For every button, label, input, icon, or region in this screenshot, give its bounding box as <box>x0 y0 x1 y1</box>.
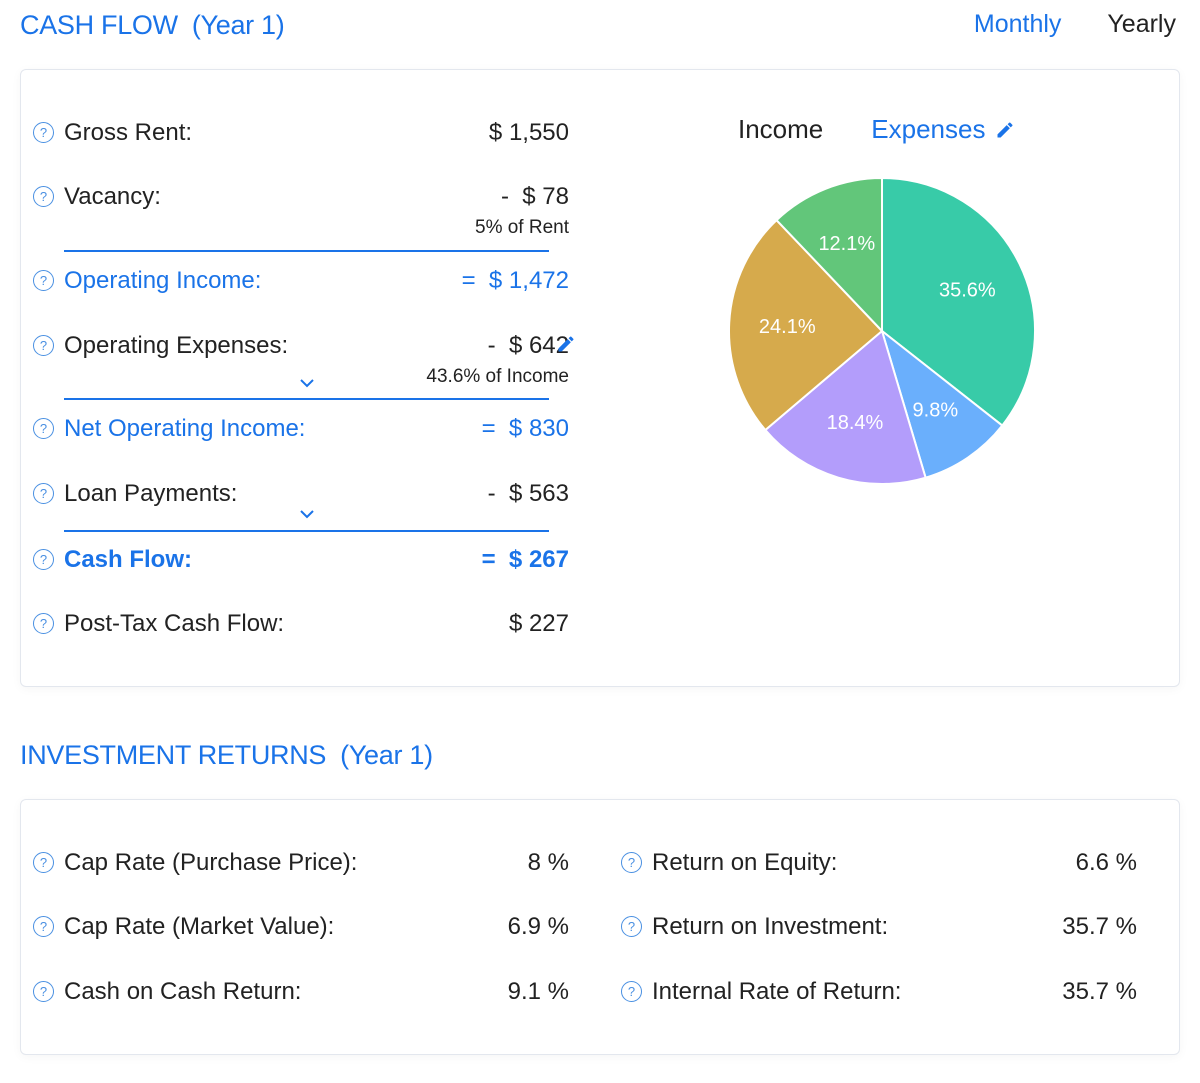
cap-rate-purchase-label: Cap Rate (Purchase Price): <box>64 849 358 876</box>
help-icon[interactable]: ? <box>33 335 54 356</box>
yearly-toggle[interactable]: Yearly <box>1107 10 1176 39</box>
cash-on-cash-label: Cash on Cash Return: <box>64 978 302 1005</box>
help-icon[interactable]: ? <box>33 186 54 207</box>
cash-flow-title: CASH FLOW (Year 1) <box>20 10 285 41</box>
pie-slice-label-0: 35.6% <box>939 280 996 302</box>
irr-value: 35.7 % <box>1062 978 1137 1005</box>
cash-on-cash-value: 9.1 % <box>507 978 569 1005</box>
investment-returns-subtitle: (Year 1) <box>340 740 433 770</box>
operating-expenses-percent: 43.6% of Income <box>426 366 569 387</box>
chevron-down-loan-icon[interactable] <box>299 508 315 520</box>
pie-slice-label-1: 9.8% <box>913 399 959 421</box>
help-icon[interactable]: ? <box>33 270 54 291</box>
post-tax-label: Post-Tax Cash Flow: <box>64 610 285 637</box>
help-icon[interactable]: ? <box>33 852 54 873</box>
cash-on-cash-row: ? Cash on Cash Return: 9.1 % <box>33 977 569 1017</box>
cap-rate-market-value: 6.9 % <box>507 913 569 940</box>
chevron-down-expenses-icon[interactable] <box>299 377 315 389</box>
expenses-tab[interactable]: Expenses <box>871 114 1015 145</box>
return-on-equity-row: ? Return on Equity: 6.6 % <box>621 848 1137 888</box>
cash-flow-label: Cash Flow: <box>64 546 193 573</box>
loan-payments-value: - $ 563 <box>487 480 569 507</box>
help-icon[interactable]: ? <box>33 122 54 143</box>
cash-flow-title-text: CASH FLOW <box>20 10 178 40</box>
edit-expenses-pencil-icon[interactable] <box>556 334 576 354</box>
chart-tabs: Income Expenses <box>738 114 1015 145</box>
cap-rate-purchase-value: 8 % <box>527 849 569 876</box>
net-operating-income-row: ? Net Operating Income: = $ 830 <box>33 414 569 454</box>
help-icon[interactable]: ? <box>621 852 642 873</box>
gross-rent-label: Gross Rent: <box>64 119 193 146</box>
gross-rent-value: $ 1,550 <box>488 119 569 146</box>
return-on-equity-value: 6.6 % <box>1075 849 1137 876</box>
help-icon[interactable]: ? <box>621 916 642 937</box>
help-icon[interactable]: ? <box>33 916 54 937</box>
operating-expenses-label: Operating Expenses: <box>64 332 289 359</box>
edit-pencil-icon[interactable] <box>995 120 1015 140</box>
operating-income-row: ? Operating Income: = $ 1,472 <box>33 266 569 306</box>
help-icon[interactable]: ? <box>33 981 54 1002</box>
help-icon[interactable]: ? <box>621 981 642 1002</box>
help-icon[interactable]: ? <box>33 483 54 504</box>
divider <box>64 398 549 400</box>
cash-flow-value: = $ 267 <box>481 546 569 573</box>
vacancy-row: ? Vacancy: - $ 78 5% of Rent <box>33 182 569 238</box>
operating-expenses-row: ? Operating Expenses: - $ 642 43.6% of I… <box>33 331 569 387</box>
cash-flow-card: ? Gross Rent: $ 1,550 ? Vacancy: - $ 78 … <box>20 69 1180 687</box>
help-icon[interactable]: ? <box>33 549 54 570</box>
income-tab[interactable]: Income <box>738 114 823 145</box>
vacancy-label: Vacancy: <box>64 183 161 210</box>
return-on-equity-label: Return on Equity: <box>652 849 838 876</box>
vacancy-value: - $ 78 <box>500 183 569 210</box>
monthly-toggle[interactable]: Monthly <box>974 10 1062 39</box>
operating-income-label: Operating Income: <box>64 267 262 294</box>
post-tax-cash-flow-row: ? Post-Tax Cash Flow: $ 227 <box>33 609 569 649</box>
return-on-investment-value: 35.7 % <box>1062 913 1137 940</box>
help-icon[interactable]: ? <box>33 613 54 634</box>
noi-label: Net Operating Income: <box>64 415 306 442</box>
help-icon[interactable]: ? <box>33 418 54 439</box>
divider <box>64 530 549 532</box>
pie-slice-label-3: 24.1% <box>759 316 816 338</box>
pie-slice-label-4: 12.1% <box>818 233 875 255</box>
gross-rent-row: ? Gross Rent: $ 1,550 <box>33 118 569 158</box>
return-on-investment-label: Return on Investment: <box>652 913 889 940</box>
loan-payments-label: Loan Payments: <box>64 480 238 507</box>
cap-rate-market-label: Cap Rate (Market Value): <box>64 913 335 940</box>
operating-income-value: = $ 1,472 <box>461 267 569 294</box>
period-toggle: Monthly Yearly <box>974 10 1176 39</box>
expenses-pie-chart: 35.6% 9.8% 18.4% 24.1% 12.1% <box>728 176 1036 485</box>
cash-flow-subtitle: (Year 1) <box>191 10 285 40</box>
return-on-investment-row: ? Return on Investment: 35.7 % <box>621 912 1137 952</box>
investment-returns-title-text: INVESTMENT RETURNS <box>20 740 327 770</box>
divider <box>64 250 549 252</box>
investment-returns-card: ? Cap Rate (Purchase Price): 8 % ? Cap R… <box>20 799 1180 1055</box>
expenses-tab-label: Expenses <box>871 114 986 144</box>
cash-flow-row: ? Cash Flow: = $ 267 <box>33 545 569 585</box>
vacancy-percent: 5% of Rent <box>475 217 569 238</box>
post-tax-value: $ 227 <box>508 610 569 637</box>
cap-rate-purchase-row: ? Cap Rate (Purchase Price): 8 % <box>33 848 569 888</box>
cap-rate-market-row: ? Cap Rate (Market Value): 6.9 % <box>33 912 569 952</box>
irr-row: ? Internal Rate of Return: 35.7 % <box>621 977 1137 1017</box>
investment-returns-title: INVESTMENT RETURNS (Year 1) <box>20 740 433 771</box>
pie-slice-label-2: 18.4% <box>827 412 884 434</box>
noi-value: = $ 830 <box>481 415 569 442</box>
irr-label: Internal Rate of Return: <box>652 978 902 1005</box>
